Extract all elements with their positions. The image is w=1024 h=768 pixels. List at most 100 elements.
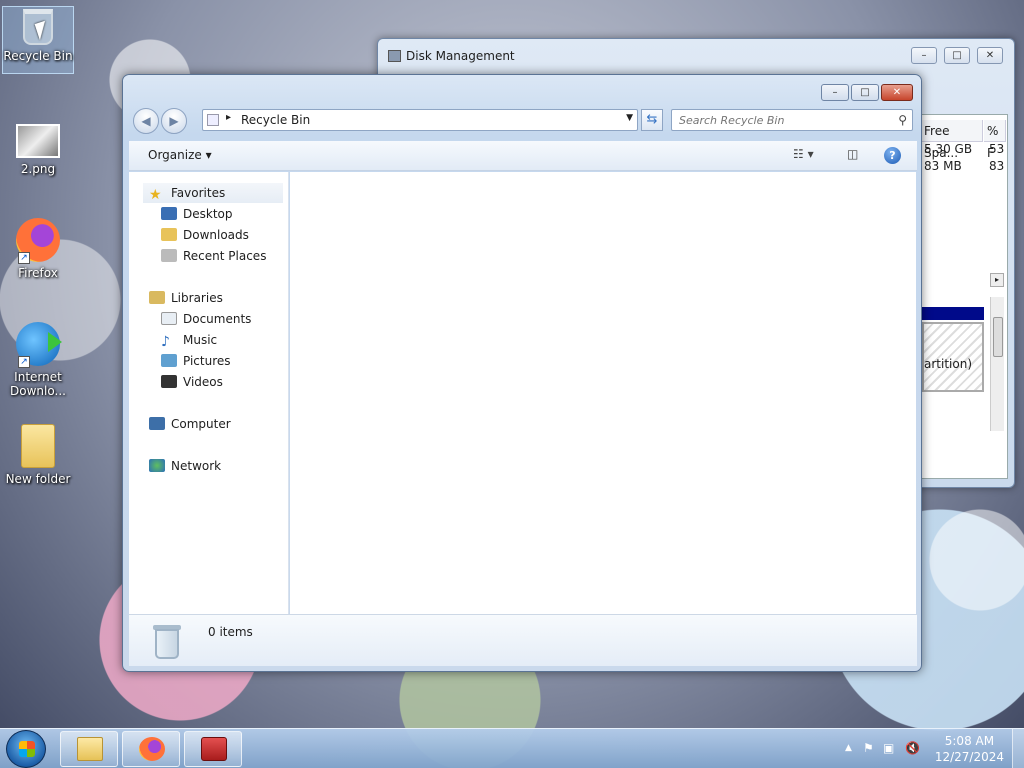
desktop-icon-label: New folder bbox=[5, 472, 71, 486]
address-bar[interactable]: ▸ Recycle Bin ▼ bbox=[202, 109, 638, 131]
pictures-icon bbox=[161, 354, 177, 367]
nav-network[interactable]: Network bbox=[149, 456, 221, 476]
desktop-icon-label: Firefox bbox=[18, 266, 58, 280]
close-button[interactable]: ✕ bbox=[977, 47, 1003, 64]
folder-icon bbox=[21, 424, 55, 468]
shortcut-arrow-icon: ↗ bbox=[18, 252, 30, 264]
taskbar-tool[interactable] bbox=[184, 731, 242, 767]
volume-muted-icon[interactable]: 🔇 bbox=[905, 741, 920, 755]
nav-label: Computer bbox=[171, 417, 231, 431]
search-input[interactable] bbox=[672, 110, 882, 130]
nav-pictures[interactable]: Pictures bbox=[161, 351, 231, 371]
nav-label: Music bbox=[183, 333, 218, 347]
start-button[interactable] bbox=[6, 730, 46, 768]
desktop-icon-recycle-bin[interactable]: Recycle Bin bbox=[2, 6, 74, 74]
computer-icon bbox=[149, 417, 165, 430]
clock[interactable]: 5:08 AM 12/27/2024 bbox=[935, 733, 1004, 765]
refresh-button[interactable]: ⇆ bbox=[641, 109, 663, 131]
address-dropdown-icon[interactable]: ▼ bbox=[626, 113, 633, 123]
desktop-icon-firefox[interactable]: ↗ Firefox bbox=[2, 218, 74, 280]
search-icon[interactable]: ⚲ bbox=[898, 113, 907, 127]
recent-places-icon bbox=[161, 249, 177, 262]
nav-videos[interactable]: Videos bbox=[161, 372, 223, 392]
organize-label: Organize bbox=[148, 148, 202, 162]
nav-favorites[interactable]: ★ Favorites bbox=[143, 183, 283, 203]
window-title: Disk Management bbox=[406, 49, 515, 63]
nav-label: Network bbox=[171, 459, 222, 473]
item-count: 0 items bbox=[208, 625, 253, 639]
taskbar-firefox[interactable] bbox=[122, 731, 180, 767]
cell-percent-free: 83 bbox=[989, 159, 1005, 173]
desktop-icon-idm[interactable]: ↗ Internet Downlo... bbox=[2, 322, 74, 398]
firefox-icon bbox=[139, 737, 165, 761]
firefox-icon: ↗ bbox=[16, 218, 60, 264]
image-file-icon bbox=[16, 124, 60, 158]
nav-documents[interactable]: Documents bbox=[161, 309, 251, 329]
toolbox-icon bbox=[201, 737, 227, 761]
documents-icon bbox=[161, 312, 177, 325]
recycle-bin-window[interactable]: – □ ✕ ◀ ▶ ▸ Recycle Bin ▼ ⇆ ⚲ Organize ▾… bbox=[122, 74, 922, 672]
preview-pane-icon[interactable]: ◫ bbox=[847, 147, 858, 161]
action-center-flag-icon[interactable]: ⚑ bbox=[863, 741, 874, 755]
maximize-button[interactable]: □ bbox=[944, 47, 970, 64]
system-tray: ▲ ⚑ ▣ 🔇 5:08 AM 12/27/2024 bbox=[839, 729, 1024, 768]
show-hidden-icons[interactable]: ▲ bbox=[845, 743, 852, 753]
partition-label: artition) bbox=[924, 357, 972, 371]
desktop-icon-image-file[interactable]: 2.png bbox=[2, 118, 74, 176]
clock-date: 12/27/2024 bbox=[934, 750, 1004, 764]
help-icon[interactable]: ? bbox=[884, 147, 901, 164]
network-tray-icon[interactable]: ▣ bbox=[883, 741, 894, 755]
column-header-percent-free[interactable]: % F bbox=[984, 120, 1006, 160]
nav-computer[interactable]: Computer bbox=[149, 414, 231, 434]
partition-block[interactable]: artition) bbox=[922, 322, 984, 392]
back-button[interactable]: ◀ bbox=[133, 108, 159, 134]
nav-label: Favorites bbox=[171, 186, 226, 200]
nav-desktop[interactable]: Desktop bbox=[161, 204, 233, 224]
taskbar-explorer[interactable] bbox=[60, 731, 118, 767]
vertical-scrollbar[interactable] bbox=[990, 297, 1004, 431]
nav-downloads[interactable]: Downloads bbox=[161, 225, 249, 245]
recycle-bin-large-icon bbox=[151, 621, 183, 661]
shortcut-arrow-icon: ↗ bbox=[18, 356, 30, 368]
breadcrumb-arrow-icon[interactable]: ▸ bbox=[226, 112, 231, 123]
nav-music[interactable]: ♪ Music bbox=[161, 330, 217, 350]
star-icon: ★ bbox=[149, 187, 162, 203]
cell-free-space: 5.30 GB bbox=[924, 142, 973, 156]
minimize-button[interactable]: – bbox=[911, 47, 937, 64]
desktop-icon bbox=[161, 207, 177, 220]
taskbar: ▲ ⚑ ▣ 🔇 5:08 AM 12/27/2024 bbox=[0, 728, 1024, 768]
change-view-icon[interactable]: ☷ ▾ bbox=[793, 147, 814, 161]
videos-icon bbox=[161, 375, 177, 388]
navigation-pane: ★ Favorites Desktop Downloads Recent Plac… bbox=[129, 172, 289, 614]
maximize-button[interactable]: □ bbox=[851, 84, 879, 101]
desktop-icon-label: 2.png bbox=[20, 162, 56, 176]
nav-label: Documents bbox=[183, 312, 252, 326]
explorer-icon bbox=[77, 737, 103, 761]
close-button[interactable]: ✕ bbox=[881, 84, 913, 101]
scroll-thumb[interactable] bbox=[993, 317, 1003, 357]
network-icon bbox=[149, 459, 165, 472]
organize-menu[interactable]: Organize ▾ bbox=[148, 148, 212, 162]
command-bar: Organize ▾ ☷ ▾ ◫ ? bbox=[129, 141, 917, 171]
desktop-icon-new-folder[interactable]: New folder bbox=[2, 424, 74, 486]
partition-bar bbox=[922, 307, 984, 320]
window-controls: – □ ✕ bbox=[821, 84, 913, 101]
scroll-right-button[interactable]: ▸ bbox=[990, 273, 1004, 287]
disk-management-icon bbox=[388, 50, 401, 62]
column-header-free-space[interactable]: Free Spa... bbox=[921, 120, 983, 160]
idm-icon: ↗ bbox=[16, 322, 62, 368]
cell-free-space: 83 MB bbox=[924, 159, 962, 173]
file-list-area[interactable] bbox=[290, 172, 916, 614]
desktop-icon-label: Recycle Bin bbox=[3, 49, 73, 63]
minimize-button[interactable]: – bbox=[821, 84, 849, 101]
nav-label: Videos bbox=[183, 375, 223, 389]
search-box[interactable]: ⚲ bbox=[671, 109, 913, 131]
nav-label: Pictures bbox=[183, 354, 231, 368]
nav-libraries[interactable]: Libraries bbox=[149, 288, 223, 308]
nav-label: Downloads bbox=[183, 228, 249, 242]
show-desktop-button[interactable] bbox=[1012, 729, 1024, 768]
nav-recent-places[interactable]: Recent Places bbox=[161, 246, 266, 266]
music-icon: ♪ bbox=[161, 334, 170, 350]
forward-button[interactable]: ▶ bbox=[161, 108, 187, 134]
breadcrumb-recycle-bin[interactable]: Recycle Bin bbox=[241, 113, 310, 127]
